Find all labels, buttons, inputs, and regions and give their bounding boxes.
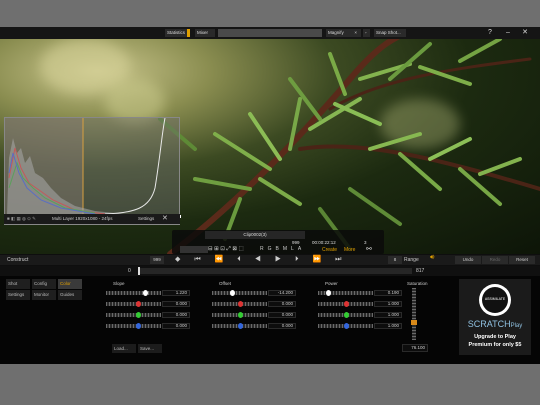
slope-green-slider[interactable]: 0.000 bbox=[106, 312, 191, 318]
power-title: Power bbox=[325, 281, 338, 286]
layer-info: Multi Layer 1920x1080 - 24fps bbox=[52, 216, 113, 221]
minimize-icon[interactable]: – bbox=[503, 28, 513, 38]
top-toolbar: Statistics Mixer Magnify × ◦ Snap Shot..… bbox=[0, 27, 540, 39]
image-viewer[interactable]: ■ ◧ ▦ ◍ ⊙ ✎ Multi Layer 1920x1080 - 24fp… bbox=[0, 39, 540, 254]
magnify-button[interactable]: Magnify × bbox=[326, 29, 361, 37]
mixer-button[interactable]: Mixer bbox=[195, 29, 215, 37]
volume-icon[interactable]: 🔊︎ bbox=[430, 254, 434, 262]
channel-m-button[interactable]: M bbox=[283, 246, 287, 253]
nav-monitor[interactable]: Monitor bbox=[32, 290, 56, 300]
clip-control-panel: Clip0002(3) 999 00:00:22:12 3 ⊟ ⊞ ⊡ ⤢ ⊠ … bbox=[172, 230, 384, 254]
offset-blue-slider[interactable]: 0.000 bbox=[212, 323, 297, 329]
out-frame-field[interactable]: 8 bbox=[388, 256, 402, 264]
histogram-overlay[interactable] bbox=[4, 117, 181, 225]
nav-settings[interactable]: Settings bbox=[6, 290, 30, 300]
channel-l-button[interactable]: L bbox=[291, 246, 294, 253]
clip-name: Clip0002(3) bbox=[205, 231, 305, 239]
timeline-scrubber[interactable]: 0 817 bbox=[0, 266, 540, 276]
slope-blue-slider[interactable]: 0.000 bbox=[106, 323, 191, 329]
brand-name: ASSIMILATE bbox=[484, 297, 506, 301]
offset-master-slider[interactable]: -14.200 bbox=[212, 290, 297, 296]
view-tool-icons[interactable]: ⊟ ⊞ ⊡ ⤢ ⊠ ⬚ bbox=[208, 246, 244, 253]
redo-button[interactable]: Redo bbox=[482, 256, 508, 264]
link-icon[interactable]: ⚯ bbox=[366, 245, 372, 253]
product-suffix: Play bbox=[510, 323, 523, 329]
channel-r-button[interactable]: R bbox=[260, 246, 264, 253]
promo-line-2: Premium for only $5 bbox=[468, 342, 522, 348]
load-button[interactable]: Load... bbox=[112, 344, 136, 353]
tool-icons[interactable]: ■ ◧ ▦ ◍ ⊙ ✎ bbox=[7, 214, 36, 224]
in-frame-field[interactable]: 999 bbox=[150, 256, 164, 264]
magnify-label: Magnify bbox=[328, 30, 344, 35]
slope-red-slider[interactable]: 0.000 bbox=[106, 301, 191, 307]
reset-button[interactable]: Reset bbox=[509, 256, 535, 264]
power-green-slider[interactable]: 1.000 bbox=[318, 312, 403, 318]
slope-title: Slope bbox=[113, 281, 125, 286]
offset-red-slider[interactable]: 0.000 bbox=[212, 301, 297, 307]
close-icon[interactable]: ✕ bbox=[520, 28, 530, 38]
assimilate-logo: ASSIMILATE bbox=[479, 284, 511, 316]
close-small-icon[interactable]: × bbox=[354, 29, 357, 37]
product-title: SCRATCH bbox=[467, 319, 511, 329]
promo-line-1: Upgrade to Play bbox=[474, 334, 516, 340]
help-icon[interactable]: ? bbox=[485, 28, 495, 38]
save-button[interactable]: Save... bbox=[138, 344, 162, 353]
saturation-knob[interactable] bbox=[411, 320, 417, 325]
view-mode-toggle[interactable] bbox=[180, 246, 208, 253]
upgrade-promo[interactable]: ASSIMILATE SCRATCHPlay Upgrade to Play P… bbox=[459, 279, 531, 355]
offset-green-slider[interactable]: 0.000 bbox=[212, 312, 297, 318]
timeline-start: 0 bbox=[128, 268, 131, 274]
snap-shot-button[interactable]: Snap Shot... bbox=[374, 29, 406, 37]
timeline: Construct 999 ◆ ⏮ ⏪ ⏴ ◀ ▶ ⏵ ⏩ ⏭ 8 Range … bbox=[0, 254, 540, 276]
saturation-slider[interactable] bbox=[412, 288, 416, 340]
power-master-slider[interactable]: 0.190 bbox=[318, 290, 403, 296]
channel-b-button[interactable]: B bbox=[276, 246, 279, 253]
histogram-settings-button[interactable]: Settings bbox=[138, 214, 154, 224]
channel-buttons: R G B M L A bbox=[260, 246, 301, 253]
channel-g-button[interactable]: G bbox=[268, 246, 272, 253]
construct-button[interactable]: Construct bbox=[7, 257, 28, 263]
product-name: SCRATCHPlay bbox=[459, 319, 531, 329]
slope-master-slider[interactable]: 1.220 bbox=[106, 290, 191, 296]
transport-controls[interactable]: ◆ ⏮ ⏪ ⏴ ◀ ▶ ⏵ ⏩ ⏭ bbox=[175, 255, 347, 265]
statistics-button[interactable]: Statistics bbox=[165, 29, 187, 37]
channel-a-button[interactable]: A bbox=[298, 246, 301, 253]
statistics-label: Statistics bbox=[167, 30, 186, 35]
nav-shot[interactable]: Shot bbox=[6, 279, 30, 289]
nav-config[interactable]: Config bbox=[32, 279, 56, 289]
histogram-status-bar: ■ ◧ ▦ ◍ ⊙ ✎ Multi Layer 1920x1080 - 24fp… bbox=[4, 214, 180, 224]
undo-button[interactable]: Undo bbox=[455, 256, 481, 264]
more-button[interactable]: More bbox=[344, 247, 355, 253]
offset-title: Offset bbox=[219, 281, 231, 286]
close-histogram-icon[interactable]: ✕ bbox=[162, 214, 168, 224]
timeline-end: 817 bbox=[416, 268, 425, 274]
timeline-toolbar: Construct 999 ◆ ⏮ ⏪ ⏴ ◀ ▶ ⏵ ⏩ ⏭ 8 Range … bbox=[0, 254, 540, 265]
power-blue-slider[interactable]: 1.000 bbox=[318, 323, 403, 329]
empty-slot bbox=[218, 29, 322, 37]
create-button[interactable]: Create bbox=[322, 247, 337, 253]
range-button[interactable]: Range bbox=[404, 257, 419, 263]
power-red-slider[interactable]: 1.000 bbox=[318, 301, 403, 307]
nav-guides[interactable]: Guides bbox=[58, 290, 82, 300]
nav-color[interactable]: Color bbox=[58, 279, 82, 289]
snap-shot-label: Snap Shot... bbox=[376, 30, 401, 35]
statistics-indicator bbox=[187, 29, 190, 37]
saturation-value[interactable]: 76.100 bbox=[402, 344, 428, 352]
histogram-graph bbox=[5, 118, 166, 215]
saturation-title: Saturation bbox=[407, 281, 428, 286]
pin-icon[interactable]: ◦ bbox=[363, 29, 370, 37]
mixer-label: Mixer bbox=[197, 30, 208, 35]
timeline-track[interactable] bbox=[140, 268, 412, 274]
timecode-display: 00:00:22:12 bbox=[312, 240, 336, 245]
